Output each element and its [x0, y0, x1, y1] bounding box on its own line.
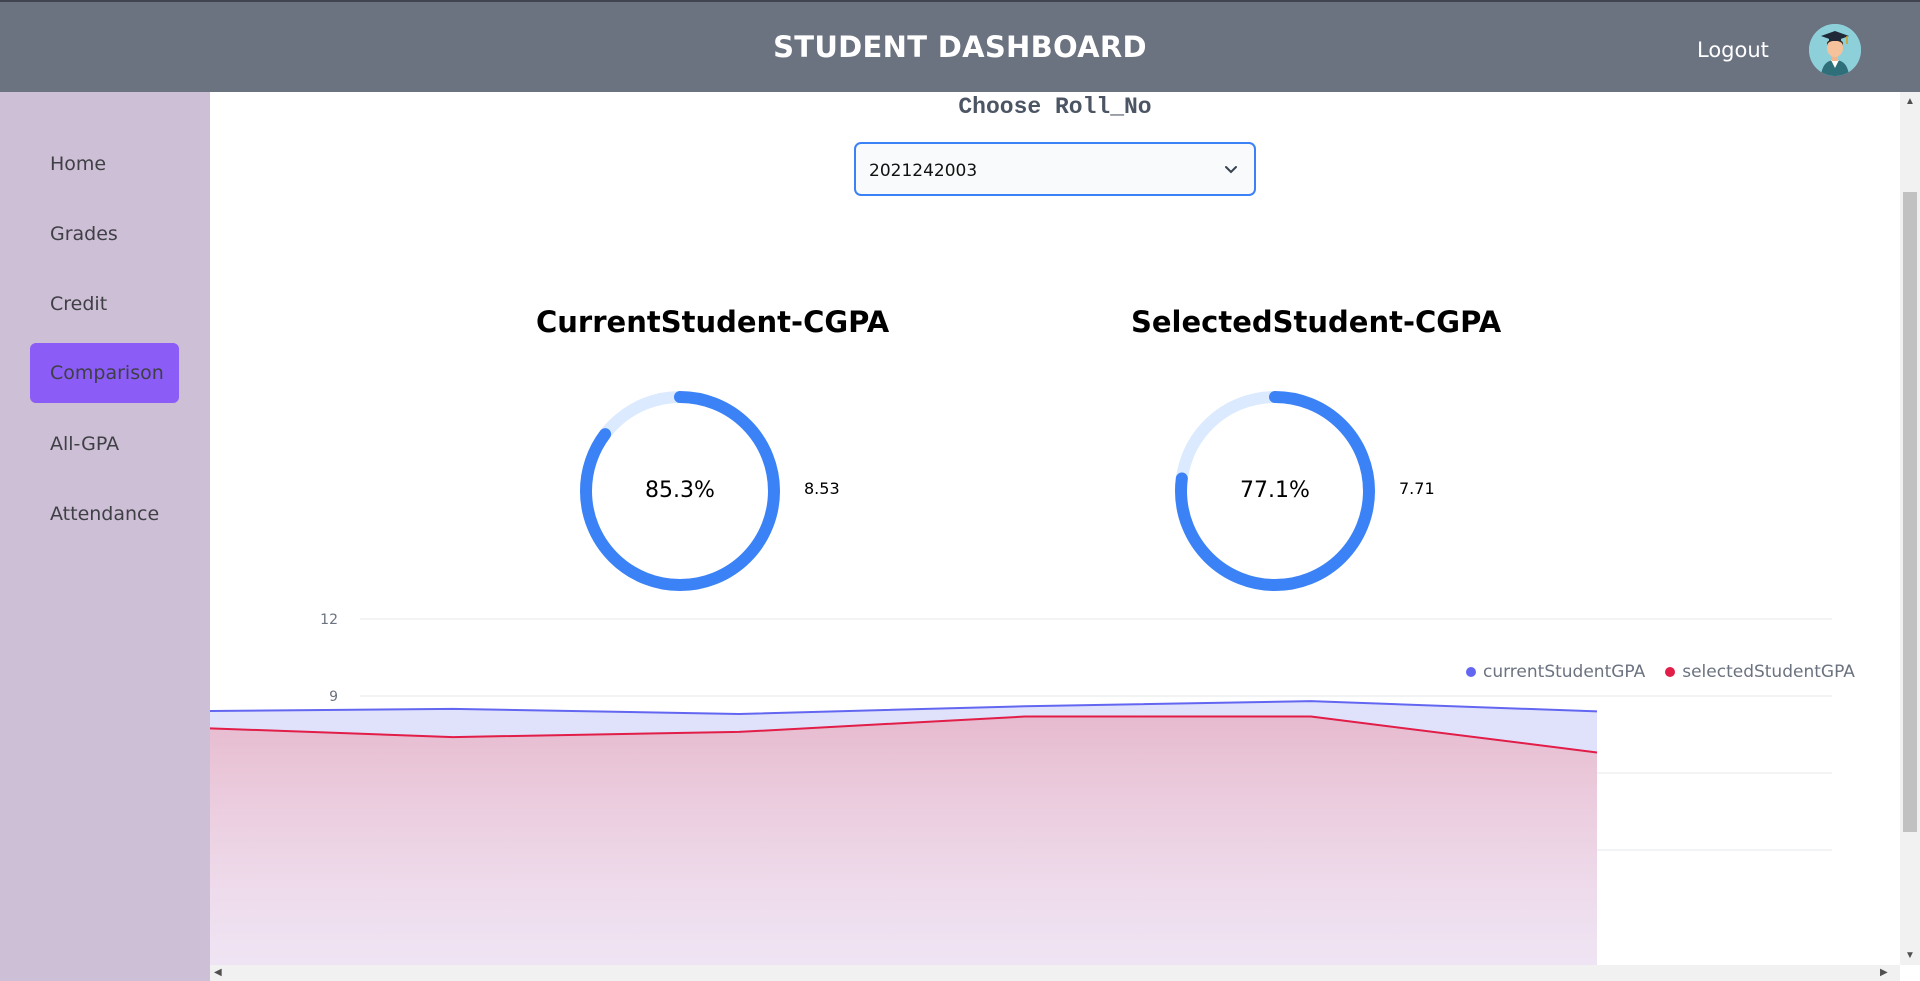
horizontal-scrollbar[interactable]: ◀ ▶ [210, 965, 1900, 981]
sidebar: Home Grades Credit Comparison All-GPA At… [0, 92, 210, 981]
scroll-down-icon[interactable]: ▼ [1905, 950, 1915, 961]
scrollbar-thumb[interactable] [1903, 192, 1917, 832]
sidebar-item-credit[interactable]: Credit [30, 274, 179, 334]
y-tick-label: 9 [329, 689, 338, 705]
sidebar-item-all-gpa[interactable]: All-GPA [30, 414, 179, 474]
logout-button[interactable]: Logout [1697, 38, 1769, 62]
sidebar-item-grades[interactable]: Grades [30, 204, 179, 264]
sidebar-item-comparison[interactable]: Comparison [30, 343, 179, 403]
scroll-right-icon[interactable]: ▶ [1880, 967, 1888, 978]
scroll-up-icon[interactable]: ▲ [1905, 96, 1915, 107]
page-title: STUDENT DASHBOARD [773, 30, 1147, 64]
sidebar-item-attendance[interactable]: Attendance [30, 484, 179, 544]
header-bar: STUDENT DASHBOARD Logout [0, 0, 1920, 92]
selected-gpa-area [210, 716, 1597, 965]
scroll-left-icon[interactable]: ◀ [214, 967, 222, 978]
y-tick-label: 12 [320, 612, 338, 628]
sidebar-item-home[interactable]: Home [30, 134, 179, 194]
graduate-avatar-icon [1809, 24, 1861, 76]
vertical-scrollbar[interactable]: ▲ ▼ [1900, 92, 1920, 965]
main-content: Choose Roll_No 2021242003 CurrentStudent… [210, 92, 1900, 965]
gpa-area-chart: 12963 [210, 612, 1832, 965]
avatar[interactable] [1809, 24, 1861, 76]
